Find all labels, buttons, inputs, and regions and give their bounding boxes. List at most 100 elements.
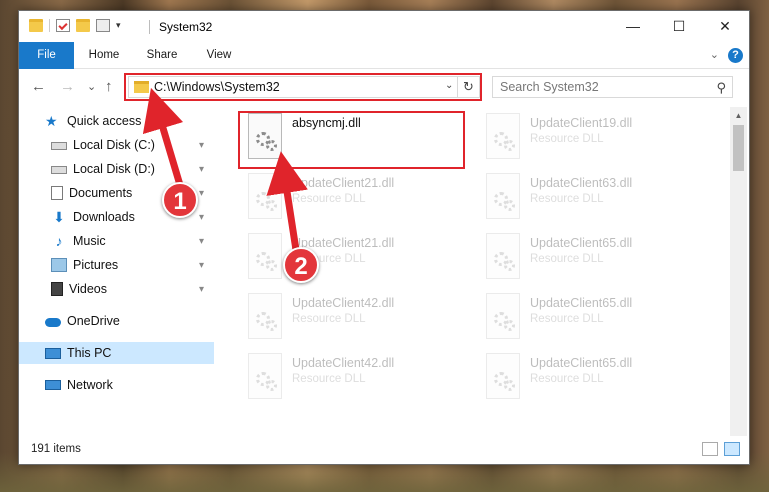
pictures-icon	[51, 258, 67, 272]
pin-icon[interactable]: ▾	[199, 284, 204, 295]
sidebar-item-label: Local Disk (C:)	[73, 138, 155, 152]
sidebar-item-label: Downloads	[73, 210, 135, 224]
sidebar-item-label: Local Disk (D:)	[73, 162, 155, 176]
sidebar-item-label: Music	[73, 234, 106, 248]
navigation-bar: ← → ⌄ ↑ C:\Windows\System32 ⌄ ↻ Search S…	[19, 70, 749, 104]
back-arrow-icon[interactable]: ←	[31, 78, 46, 95]
file-name: UpdateClient42.dll	[292, 356, 395, 370]
star-icon: ★	[45, 113, 58, 129]
file-type: Resource DLL	[530, 373, 604, 385]
file-item[interactable]: UpdateClient19.dll Resource DLL	[478, 109, 708, 167]
file-highlight-box	[238, 111, 465, 169]
scroll-up-icon[interactable]: ▲	[730, 107, 747, 124]
toolbar-divider	[49, 19, 50, 32]
tab-file[interactable]: File	[19, 42, 74, 69]
search-box[interactable]: Search System32 ⚲	[492, 76, 733, 98]
tab-home[interactable]: Home	[79, 42, 129, 69]
properties-icon[interactable]	[56, 19, 70, 32]
tab-view[interactable]: View	[194, 42, 244, 69]
search-input[interactable]: Search System32	[500, 80, 599, 94]
pin-icon[interactable]: ▾	[199, 236, 204, 247]
quick-access-toolbar: ▾	[29, 19, 121, 32]
pin-icon[interactable]: ▾	[199, 188, 204, 199]
pin-icon[interactable]: ▾	[199, 212, 204, 223]
file-name: UpdateClient19.dll	[530, 116, 633, 130]
maximize-button[interactable]: ☐	[656, 11, 702, 41]
new-folder-icon[interactable]	[76, 19, 90, 32]
file-type: Resource DLL	[530, 313, 604, 325]
file-type: Resource DLL	[530, 133, 604, 145]
forward-arrow-icon[interactable]: →	[60, 78, 75, 95]
sidebar-item-label: Videos	[69, 282, 107, 296]
file-type: Resource DLL	[292, 193, 366, 205]
file-item[interactable]: UpdateClient42.dll Resource DLL	[240, 349, 470, 407]
file-explorer-window: ▾ System32 — ☐ ✕ File Home Share View ⌄ …	[18, 10, 750, 465]
file-type: Resource DLL	[530, 193, 604, 205]
downloads-icon: ⬇	[53, 209, 65, 225]
title-bar: ▾ System32 — ☐ ✕	[19, 11, 749, 42]
sidebar-item-pictures[interactable]: Pictures ▾	[19, 254, 214, 276]
title-separator	[149, 20, 150, 34]
sidebar-item-local-disk-c[interactable]: Local Disk (C:) ▾	[19, 134, 214, 156]
recent-locations-icon[interactable]: ⌄	[87, 80, 96, 93]
file-item[interactable]: UpdateClient42.dll Resource DLL	[240, 289, 470, 347]
customize-icon[interactable]	[96, 19, 110, 32]
sidebar-item-music[interactable]: ♪ Music ▾	[19, 230, 214, 252]
sidebar-item-label: Documents	[69, 186, 133, 200]
search-icon[interactable]: ⚲	[716, 80, 726, 96]
file-type: Resource DLL	[292, 313, 366, 325]
file-item[interactable]: UpdateClient63.dll Resource DLL	[478, 169, 708, 227]
music-icon: ♪	[55, 233, 63, 249]
file-name: UpdateClient65.dll	[530, 236, 633, 250]
sidebar-item-network[interactable]: Network	[19, 374, 214, 396]
large-icons-view-icon[interactable]	[724, 442, 740, 456]
address-highlight-box	[124, 73, 482, 101]
details-view-icon[interactable]	[702, 442, 718, 456]
ribbon-collapse-icon[interactable]: ⌄	[710, 48, 719, 61]
pin-icon[interactable]: ▾	[199, 164, 204, 175]
vertical-scrollbar[interactable]: ▲ ▼	[730, 107, 747, 447]
file-item[interactable]: UpdateClient65.dll Resource DLL	[478, 229, 708, 287]
help-icon[interactable]: ?	[728, 48, 743, 63]
file-item[interactable]: UpdateClient65.dll Resource DLL	[478, 289, 708, 347]
step-2-badge: 2	[283, 247, 319, 283]
file-name: UpdateClient63.dll	[530, 176, 633, 190]
file-item[interactable]: UpdateClient21.dll Resource DLL	[240, 169, 470, 227]
sidebar-item-videos[interactable]: Videos ▾	[19, 278, 214, 300]
file-type: Resource DLL	[530, 253, 604, 265]
up-arrow-icon[interactable]: ↑	[105, 78, 113, 95]
sidebar-item-quick-access[interactable]: ★ Quick access	[19, 110, 214, 132]
file-item[interactable]: UpdateClient21.dll Resource DLL	[240, 229, 470, 287]
status-bar: 191 items	[19, 436, 749, 464]
file-name: UpdateClient21.dll	[292, 176, 395, 190]
dll-file-icon	[486, 113, 520, 159]
file-type: Resource DLL	[292, 373, 366, 385]
toolbar-dropdown-icon[interactable]: ▾	[116, 20, 121, 31]
scroll-thumb[interactable]	[733, 125, 744, 171]
dll-file-icon	[248, 173, 282, 219]
drive-icon	[51, 142, 67, 150]
sidebar-item-this-pc[interactable]: This PC	[19, 342, 214, 364]
sidebar-item-label: Network	[67, 378, 113, 392]
dll-file-icon	[248, 293, 282, 339]
sidebar-item-onedrive[interactable]: OneDrive	[19, 310, 214, 332]
minimize-button[interactable]: —	[610, 11, 656, 41]
file-name: UpdateClient42.dll	[292, 296, 395, 310]
sidebar-item-local-disk-d[interactable]: Local Disk (D:) ▾	[19, 158, 214, 180]
item-count: 191 items	[31, 443, 81, 455]
close-button[interactable]: ✕	[702, 11, 748, 41]
drive-icon	[51, 166, 67, 174]
file-item[interactable]: UpdateClient65.dll Resource DLL	[478, 349, 708, 407]
tab-share[interactable]: Share	[137, 42, 187, 69]
file-name: UpdateClient65.dll	[530, 296, 633, 310]
sidebar-item-label: OneDrive	[67, 314, 120, 328]
dll-file-icon	[248, 233, 282, 279]
sidebar-item-label: This PC	[67, 346, 112, 360]
pin-icon[interactable]: ▾	[199, 140, 204, 151]
dll-file-icon	[486, 353, 520, 399]
folder-icon[interactable]	[29, 19, 43, 32]
dll-file-icon	[486, 293, 520, 339]
pin-icon[interactable]: ▾	[199, 260, 204, 271]
sidebar-item-label: Pictures	[73, 258, 119, 272]
network-icon	[45, 380, 61, 390]
